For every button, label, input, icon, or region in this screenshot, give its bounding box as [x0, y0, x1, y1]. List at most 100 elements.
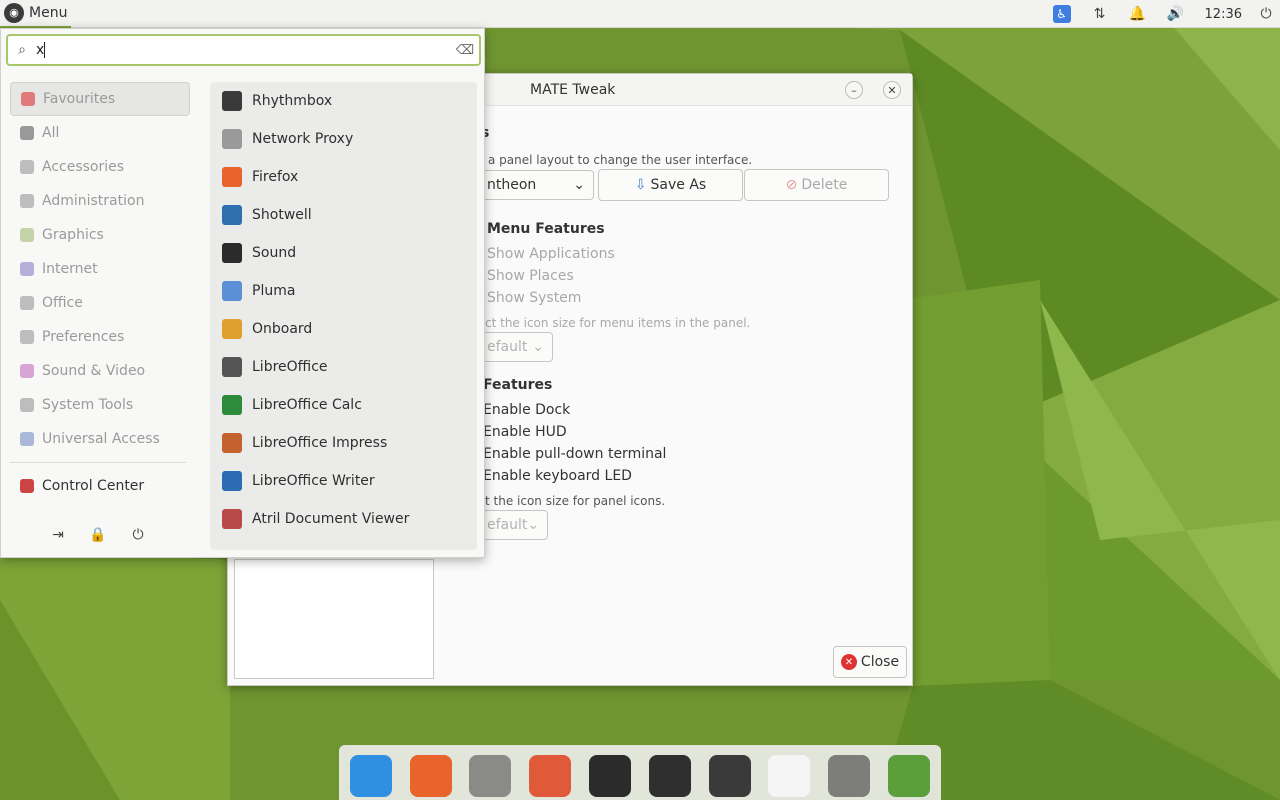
menu-icon-size-select[interactable]: efault ⌄	[478, 332, 553, 362]
category-icon	[20, 296, 34, 310]
application-menu: ⌕ x ⌫ Favourites All Accessories Administra…	[0, 28, 485, 558]
category-list: Favourites All Accessories Administration Gr…	[10, 82, 190, 503]
clock[interactable]: 12:36	[1195, 7, 1252, 22]
category-item[interactable]: Office	[10, 286, 190, 320]
category-label: Office	[42, 295, 83, 311]
category-item[interactable]: Administration	[10, 184, 190, 218]
chevron-down-icon: ⌄	[527, 517, 540, 533]
category-label: Administration	[42, 193, 145, 209]
control-center-item[interactable]: Control Center	[10, 469, 190, 503]
app-item[interactable]: Atril Document Viewer	[210, 500, 477, 538]
trash-icon[interactable]	[825, 752, 873, 800]
firefox-icon[interactable]	[407, 752, 455, 800]
app-label: LibreOffice Writer	[252, 473, 375, 489]
accessibility-icon[interactable]: ♿	[1043, 0, 1081, 28]
app-item[interactable]: Network Proxy	[210, 120, 477, 158]
category-icon	[20, 364, 34, 378]
application-list: Rhythmbox Network Proxy Firefox Shotwell Sou…	[210, 82, 477, 550]
app-label: LibreOffice Impress	[252, 435, 388, 451]
search-input[interactable]: x	[36, 42, 451, 58]
network-icon[interactable]: ⇅	[1081, 0, 1119, 28]
category-icon	[20, 126, 34, 140]
delete-button[interactable]: ⊘ Delete	[744, 169, 889, 201]
app-label: Atril Document Viewer	[252, 511, 410, 527]
app-label: Rhythmbox	[252, 93, 333, 109]
system-monitor-icon[interactable]	[586, 752, 634, 800]
category-label: Graphics	[42, 227, 104, 243]
app-item[interactable]: Pluma	[210, 272, 477, 310]
category-icon	[20, 228, 34, 242]
ubuntu-mate-logo-icon: ◉	[4, 2, 24, 23]
category-item[interactable]: All	[10, 116, 190, 150]
save-as-button[interactable]: ⇩ Save As	[598, 169, 743, 201]
app-item[interactable]: Sound	[210, 234, 477, 272]
toggle-settings-icon[interactable]	[526, 752, 574, 800]
main-menu-button[interactable]: ◉ Menu	[0, 0, 72, 28]
enable-hud-option[interactable]: Enable HUD	[483, 424, 567, 440]
app-item[interactable]: LibreOffice Calc	[210, 386, 477, 424]
category-item[interactable]: Internet	[10, 252, 190, 286]
app-item[interactable]: LibreOffice	[210, 348, 477, 386]
clock-icon[interactable]	[766, 752, 814, 800]
notification-icon[interactable]: 🔔	[1119, 0, 1157, 28]
app-item[interactable]: Rhythmbox	[210, 82, 477, 120]
clear-search-icon[interactable]: ⌫	[451, 43, 479, 58]
layout-hint: a panel layout to change the user interf…	[488, 153, 753, 167]
category-item[interactable]: System Tools	[10, 388, 190, 422]
category-item[interactable]: Graphics	[10, 218, 190, 252]
app-label: Pluma	[252, 283, 296, 299]
category-label: System Tools	[42, 397, 134, 413]
control-center-label: Control Center	[42, 478, 145, 494]
enable-keyboard-led-option[interactable]: Enable keyboard LED	[483, 468, 632, 484]
session-buttons: ⇥ 🔒 ⏻	[49, 527, 147, 543]
panel-icon-size-hint: t the icon size for panel icons.	[485, 494, 666, 508]
power-icon[interactable]: ⏻	[1252, 0, 1280, 28]
calculator-icon[interactable]	[706, 752, 754, 800]
panel-layout-select[interactable]: ntheon ⌄	[478, 170, 594, 200]
terminal-icon[interactable]	[646, 752, 694, 800]
panel-layout-value: ntheon	[487, 177, 537, 193]
lock-icon[interactable]: 🔒	[89, 527, 107, 543]
delete-label: Delete	[801, 177, 848, 193]
firefox-icon	[222, 167, 242, 187]
enable-dock-option[interactable]: Enable Dock	[483, 402, 570, 418]
category-item[interactable]: Universal Access	[10, 422, 190, 456]
libreoffice-calc-icon	[222, 395, 242, 415]
enable-terminal-option[interactable]: Enable pull-down terminal	[483, 446, 666, 462]
category-item[interactable]: Preferences	[10, 320, 190, 354]
minimize-button[interactable]: –	[845, 81, 863, 99]
close-window-button[interactable]: ✕	[883, 81, 901, 99]
file-manager-window-icon[interactable]	[347, 752, 395, 800]
dock-tile	[589, 755, 632, 797]
tweak-icon[interactable]	[885, 752, 933, 800]
app-item[interactable]: Firefox	[210, 158, 477, 196]
show-system-option[interactable]: Show System	[487, 290, 581, 306]
volume-icon[interactable]: 🔊	[1157, 0, 1195, 28]
show-applications-option[interactable]: Show Applications	[487, 246, 615, 262]
sidebar-list[interactable]	[234, 559, 434, 679]
category-label: Sound & Video	[42, 363, 146, 379]
app-item[interactable]: Onboard	[210, 310, 477, 348]
category-label: Internet	[42, 261, 98, 277]
category-item[interactable]: Sound & Video	[10, 354, 190, 388]
panel-icon-size-select[interactable]: efault ⌄	[478, 510, 548, 540]
app-item[interactable]: LibreOffice Impress	[210, 424, 477, 462]
category-icon	[21, 92, 35, 106]
files-icon[interactable]	[467, 752, 515, 800]
divider	[10, 462, 186, 463]
app-item[interactable]: Shotwell	[210, 196, 477, 234]
delete-icon: ⊘	[785, 177, 798, 193]
app-item[interactable]: LibreOffice Writer	[210, 462, 477, 500]
shutdown-icon[interactable]: ⏻	[129, 527, 147, 543]
top-panel: ◉ Menu ♿ ⇅ 🔔 🔊 12:36 ⏻	[0, 0, 1280, 28]
category-item[interactable]: Favourites	[10, 82, 190, 116]
search-field[interactable]: ⌕ x ⌫	[6, 34, 481, 66]
category-item[interactable]: Accessories	[10, 150, 190, 184]
dock-tile	[529, 755, 572, 797]
show-places-option[interactable]: Show Places	[487, 268, 574, 284]
dock	[339, 745, 941, 800]
category-label: All	[42, 125, 60, 141]
category-icon	[20, 398, 34, 412]
close-button[interactable]: ✕ Close	[833, 646, 907, 678]
logout-icon[interactable]: ⇥	[49, 527, 67, 543]
